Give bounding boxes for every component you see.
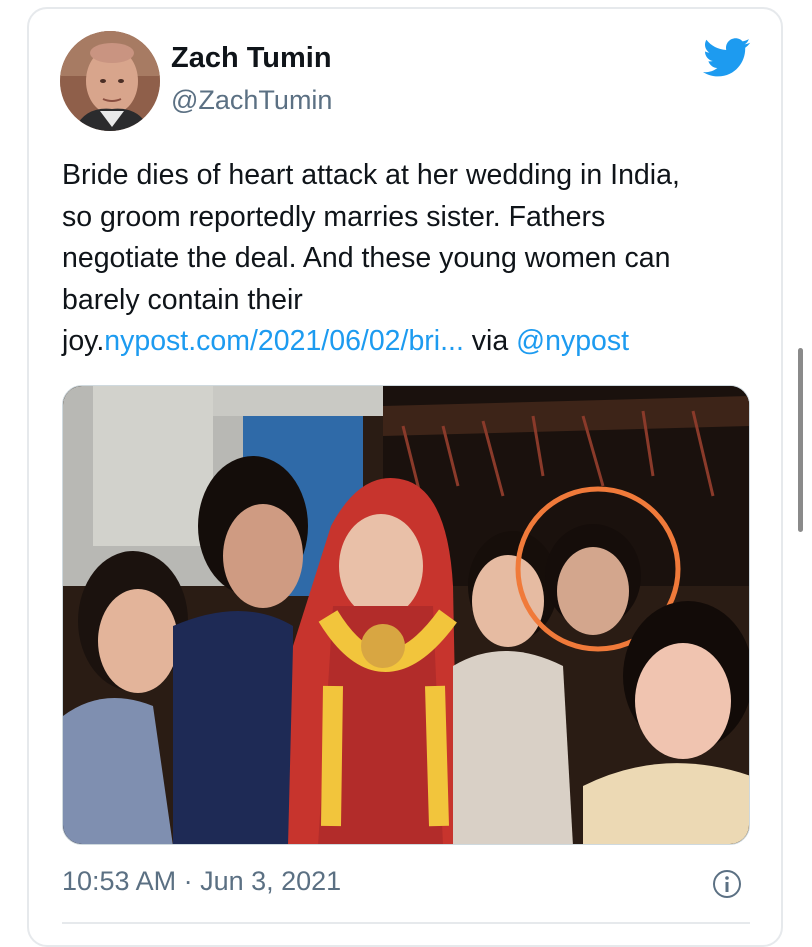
avatar[interactable]	[60, 31, 160, 131]
tweet-text-line: so groom reportedly marries sister. Fath…	[62, 200, 606, 233]
tweet-text-last-line: joy.nypost.com/2021/06/02/bri... via @ny…	[62, 321, 762, 363]
via-text: via	[463, 325, 517, 357]
info-icon[interactable]	[712, 869, 742, 899]
tweet-timestamp[interactable]: 10:53 AM · Jun 3, 2021	[62, 866, 341, 897]
twitter-bird-icon[interactable]	[703, 38, 751, 78]
tweet-text-line: negotiate the deal. And these young wome…	[62, 242, 671, 274]
author-handle[interactable]: @ZachTumin	[171, 85, 332, 116]
tweet-text-line: barely contain their	[62, 283, 303, 316]
article-link[interactable]: nypost.com/2021/06/02/bri...	[104, 325, 464, 357]
tweet-photo[interactable]	[62, 385, 750, 845]
avatar-image	[60, 31, 160, 131]
tweet-text-joy: joy.	[62, 325, 105, 357]
divider	[62, 922, 750, 924]
tweet-text: Bride dies of heart attack at her weddin…	[62, 155, 762, 363]
wedding-photo	[63, 386, 749, 844]
scrollbar[interactable]	[798, 348, 803, 532]
author-name[interactable]: Zach Tumin	[171, 42, 332, 75]
tweet-text-line: Bride dies of heart attack at her weddin…	[62, 159, 680, 191]
mention-link[interactable]: @nypost	[516, 325, 629, 357]
